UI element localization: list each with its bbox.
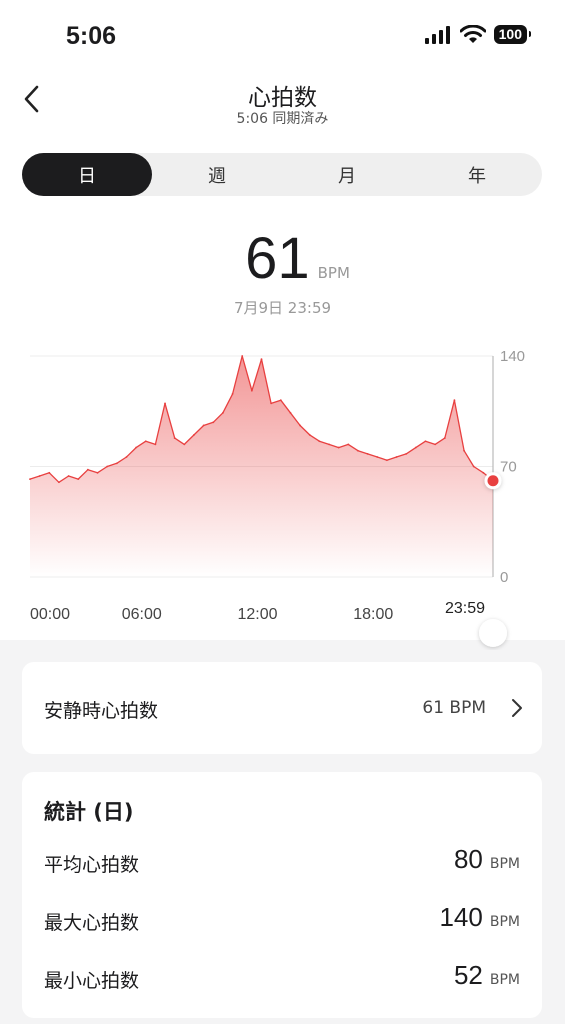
data-point: [58, 481, 60, 484]
data-point: [279, 399, 282, 402]
tab-month[interactable]: 月: [282, 153, 412, 196]
data-point: [395, 456, 398, 458]
page-title: 心拍数: [248, 85, 317, 111]
data-point: [125, 456, 128, 458]
status-time: 5:06: [66, 22, 117, 50]
data-point: [299, 424, 301, 427]
data-point: [96, 471, 99, 474]
y-tick-label: 0: [500, 569, 508, 586]
data-point: [289, 411, 292, 414]
stat-row-min: 最小心拍数 52 BPM: [44, 960, 520, 1000]
stats-card: 統計 (日) 平均心拍数 80 BPM 最大心拍数 140 BPM 最小心拍数 52…: [22, 772, 542, 1018]
data-point: [270, 402, 273, 405]
data-point: [328, 443, 330, 446]
data-point: [144, 440, 147, 443]
stat-row-average: 平均心拍数 80 BPM: [44, 844, 520, 884]
data-point: [241, 355, 244, 357]
stat-value: 52: [453, 960, 483, 990]
tab-day[interactable]: 日: [22, 153, 152, 196]
data-point: [463, 449, 465, 452]
resting-label: 安静時心拍数: [44, 700, 159, 722]
stat-value: 140: [439, 902, 483, 932]
selected-time-label: 23:59: [445, 600, 485, 617]
data-point: [308, 434, 311, 436]
stat-label: 平均心拍数: [44, 854, 140, 876]
stat-row-max: 最大心拍数 140 BPM: [44, 902, 520, 942]
heart-rate-chart[interactable]: 140 70 0 00:00 06:00 12:00 18:00 23:59: [0, 340, 565, 650]
data-point: [202, 424, 205, 427]
data-point: [106, 465, 109, 468]
data-point: [376, 456, 379, 458]
resting-value: 61 BPM: [422, 698, 486, 718]
x-tick-label: 06:00: [122, 606, 162, 623]
sync-status: 5:06 同期済み: [236, 111, 329, 127]
data-point: [164, 402, 166, 405]
chevron-right-icon: [512, 699, 522, 717]
stats-title: 統計 (日): [44, 800, 134, 824]
signal-icon: [424, 25, 450, 44]
data-point: [414, 446, 417, 449]
stat-value: 80: [453, 844, 483, 874]
resting-heart-rate-card[interactable]: 安静時心拍数 61 BPM: [22, 662, 542, 754]
data-point: [453, 399, 456, 402]
data-point: [443, 437, 446, 439]
data-point: [472, 465, 475, 468]
data-point: [86, 468, 89, 471]
y-tick-label: 140: [500, 348, 525, 365]
x-tick-label: 00:00: [30, 606, 70, 623]
data-point: [482, 471, 485, 474]
data-point: [173, 437, 176, 439]
data-point: [347, 443, 350, 446]
stat-label: 最大心拍数: [44, 912, 140, 934]
data-point: [424, 440, 427, 443]
data-point: [48, 471, 51, 474]
selected-point: [487, 475, 499, 487]
battery-icon: 100: [493, 25, 532, 44]
stat-label: 最小心拍数: [44, 970, 140, 992]
data-point: [337, 446, 340, 449]
wifi-icon: [459, 25, 486, 43]
data-point: [231, 392, 234, 395]
data-point: [135, 446, 138, 449]
period-selector: 日 週 月 年: [22, 153, 542, 196]
data-point: [405, 452, 408, 455]
data-point: [154, 443, 157, 446]
data-point: [357, 449, 359, 452]
data-point: [29, 478, 31, 481]
x-tick-label: 12:00: [238, 606, 278, 623]
data-point: [38, 475, 41, 477]
data-point: [222, 411, 224, 414]
tab-year[interactable]: 年: [412, 153, 542, 196]
data-point: [260, 358, 263, 361]
current-reading: 61 BPM: [0, 225, 565, 292]
data-point: [67, 475, 70, 477]
current-bpm-unit: BPM: [317, 264, 350, 282]
scrubber-knob[interactable]: [479, 619, 507, 647]
data-point: [250, 389, 253, 392]
data-point: [193, 434, 195, 436]
current-bpm-value: 61: [245, 226, 310, 291]
tab-week[interactable]: 週: [152, 153, 282, 196]
data-point: [115, 462, 118, 465]
data-point: [212, 421, 215, 424]
reading-timestamp: 7月9日 23:59: [233, 299, 332, 317]
data-point: [77, 478, 80, 481]
data-point: [318, 440, 321, 443]
data-point: [183, 443, 186, 446]
stat-unit: BPM: [489, 972, 520, 988]
data-point: [366, 452, 369, 455]
data-point: [385, 459, 388, 462]
stat-unit: BPM: [489, 856, 520, 872]
data-point: [434, 443, 437, 446]
status-bar: 5:06 100: [0, 0, 565, 70]
y-tick-label: 70: [500, 459, 517, 476]
stat-unit: BPM: [489, 914, 520, 930]
x-tick-label: 18:00: [353, 606, 393, 623]
